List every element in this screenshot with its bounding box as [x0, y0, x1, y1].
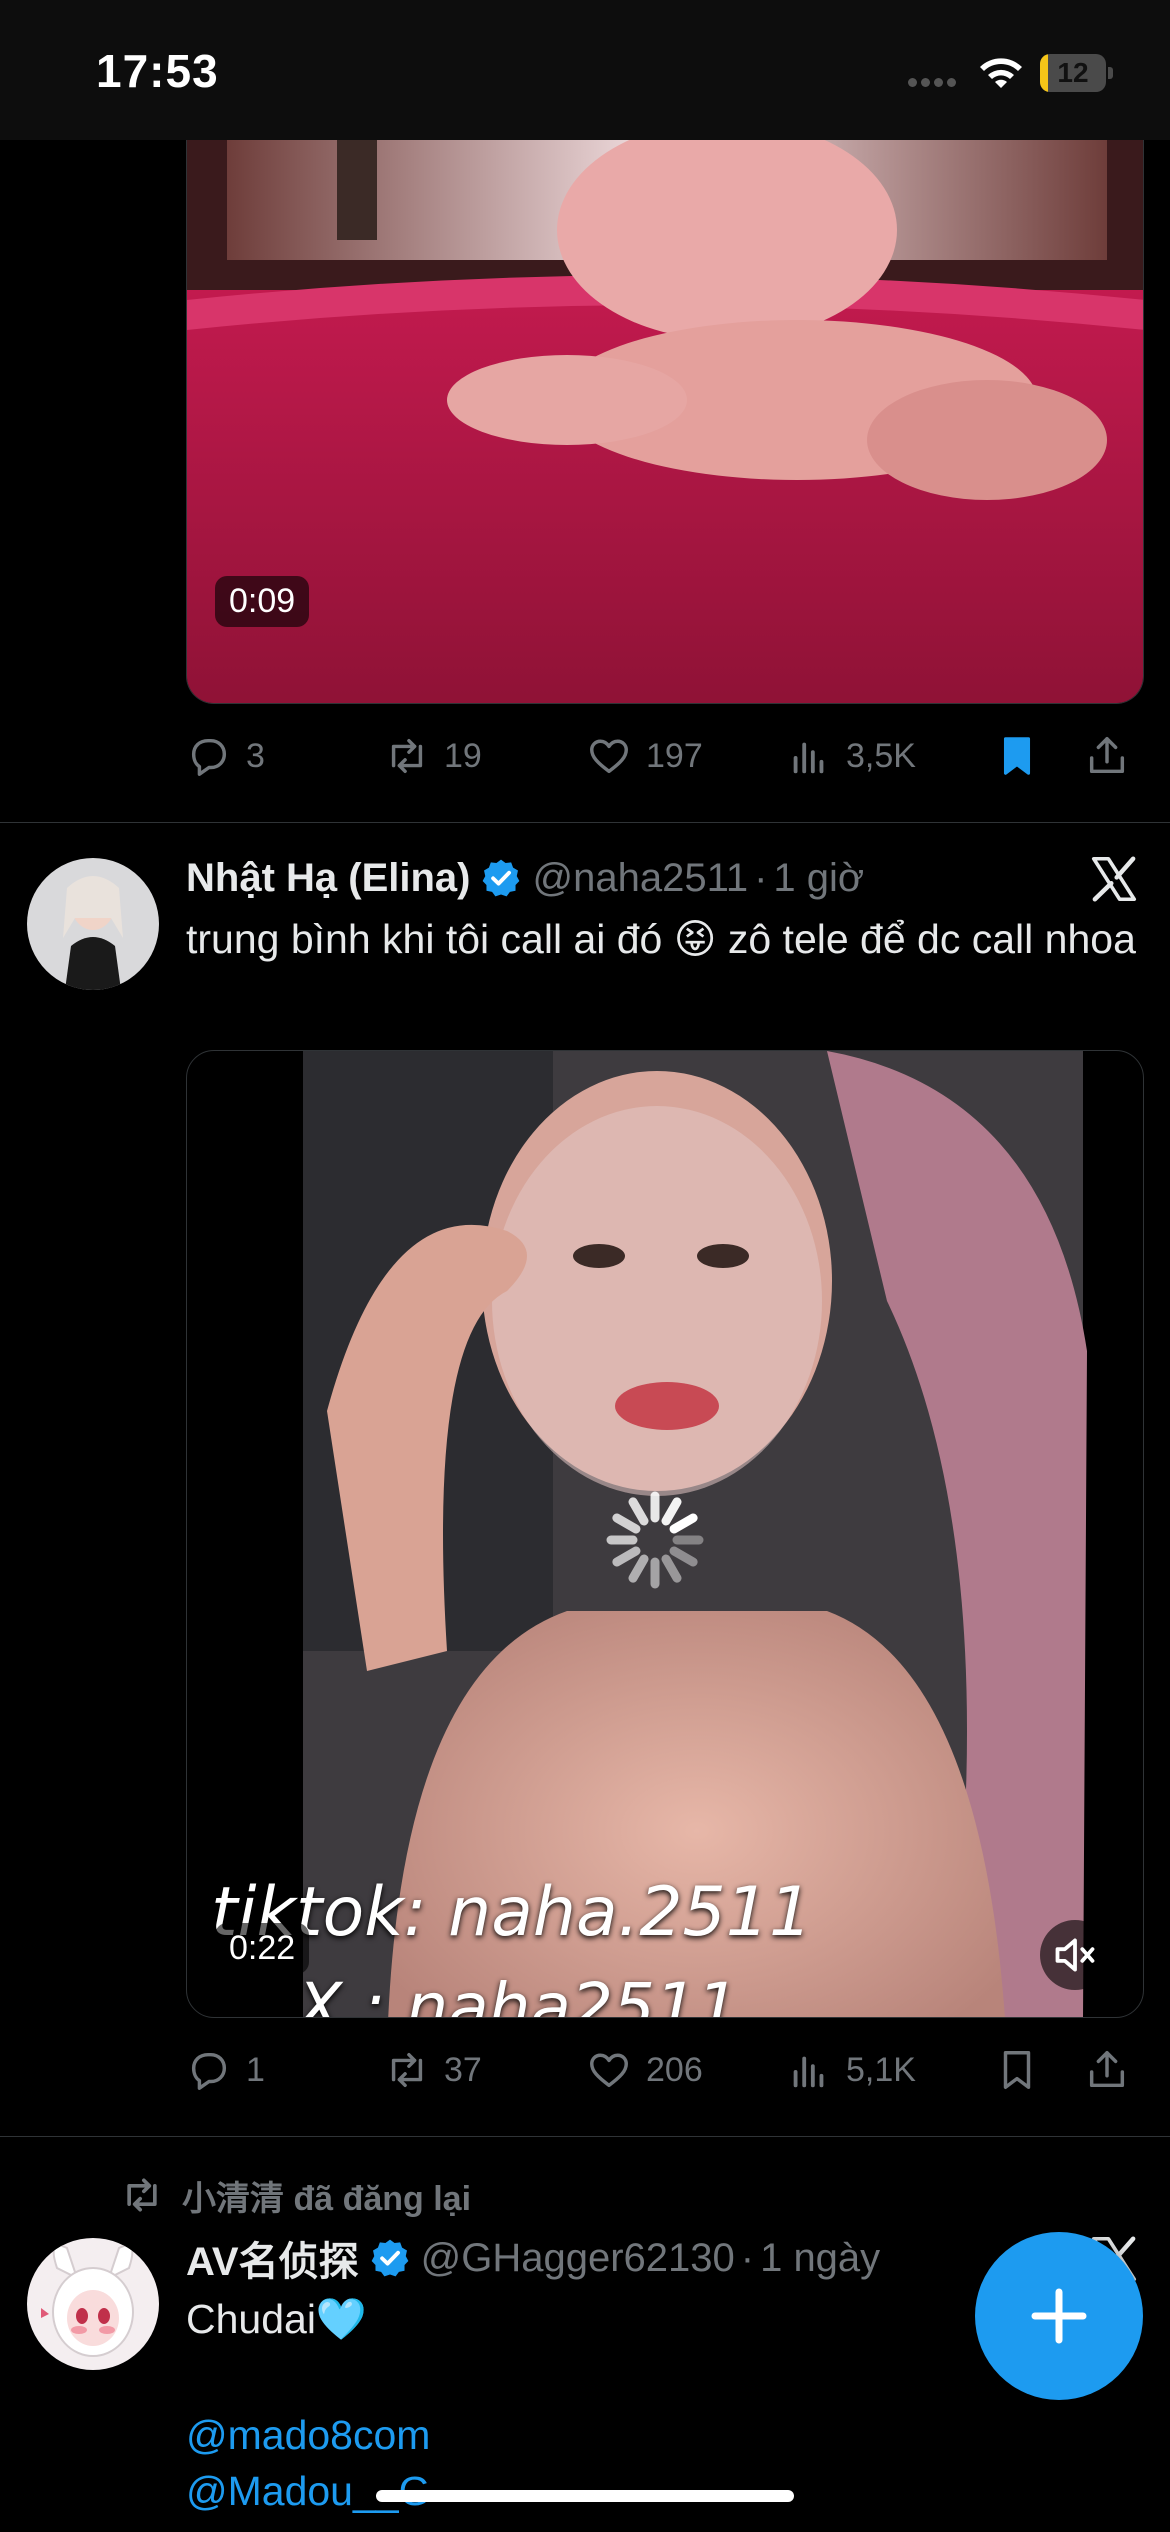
- repost-icon: [391, 738, 423, 774]
- share-button[interactable]: [1084, 726, 1144, 786]
- repost-button[interactable]: 19: [384, 726, 482, 786]
- avatar[interactable]: [27, 858, 159, 990]
- video-duration: 0:09: [215, 576, 310, 627]
- speaker-muted-icon: [1055, 1938, 1095, 1972]
- separator-dot: ·: [740, 2235, 755, 2280]
- reply-button[interactable]: 1: [186, 2040, 265, 2100]
- repost-label: 小清清 đã đăng lại: [182, 2179, 472, 2218]
- views-icon: [793, 2056, 824, 2088]
- post-header: Nhật Hạ (Elina) @naha2511 · 1 giờ: [186, 848, 864, 908]
- post-divider: [0, 2136, 1170, 2137]
- post-actions: 3 19 197 3,5K: [186, 726, 1130, 786]
- repost-count: 19: [444, 736, 482, 775]
- post-video[interactable]: 0:09: [186, 100, 1144, 704]
- like-button[interactable]: 197: [586, 726, 703, 786]
- verified-badge-icon: [371, 2239, 408, 2277]
- bookmark-icon: [1003, 2051, 1031, 2089]
- author-handle[interactable]: @naha2511: [532, 856, 748, 901]
- like-count: 206: [646, 2050, 703, 2089]
- post-divider: [0, 822, 1170, 823]
- views-icon: [793, 742, 824, 774]
- views-button[interactable]: 5,1K: [786, 2040, 916, 2100]
- reply-count: 1: [246, 2050, 265, 2089]
- video-duration: 0:22: [215, 1923, 310, 1974]
- like-count: 197: [646, 736, 703, 775]
- post-text: trung bình khi tôi call ai đó 😝 zô tele …: [186, 916, 1136, 962]
- post-actions: 1 37 206 5,1K: [186, 2040, 1130, 2100]
- battery-level: 12: [1057, 57, 1089, 88]
- repost-icon: [127, 2178, 157, 2212]
- avatar[interactable]: [27, 2238, 159, 2370]
- loading-spinner-icon: [606, 1491, 704, 1589]
- plus-icon: [1031, 2288, 1087, 2344]
- share-icon: [1089, 737, 1125, 774]
- video-frame: [187, 100, 1143, 703]
- repost-indicator[interactable]: 小清清 đã đăng lại: [120, 2170, 471, 2220]
- battery-indicator: 12: [1040, 54, 1114, 92]
- repost-icon: [391, 2052, 423, 2088]
- heart-icon: [590, 2053, 628, 2088]
- status-bar: 17:53 12: [0, 0, 1170, 140]
- reply-icon: [191, 2052, 227, 2090]
- video-overlay-text: X : naha2511: [297, 1969, 739, 2018]
- views-button[interactable]: 3,5K: [786, 726, 916, 786]
- post-text: Chudai🩵: [186, 2296, 367, 2342]
- bookmark-icon: [1003, 737, 1031, 775]
- post-time: 1 ngày: [760, 2235, 881, 2280]
- x-logo-icon[interactable]: [1087, 852, 1141, 906]
- home-indicator[interactable]: [376, 2490, 794, 2502]
- separator-dot: ·: [754, 855, 768, 900]
- bookmark-button[interactable]: [994, 726, 1054, 786]
- reply-icon: [191, 738, 227, 776]
- reply-count: 3: [246, 736, 265, 775]
- views-count: 5,1K: [846, 2050, 916, 2089]
- reply-button[interactable]: 3: [186, 726, 265, 786]
- mute-button[interactable]: [1040, 1920, 1110, 1990]
- compose-button[interactable]: [975, 2232, 1143, 2400]
- cellular-signal-icon: [908, 74, 960, 87]
- wifi-icon: [980, 58, 1022, 88]
- repost-count: 37: [444, 2050, 482, 2089]
- verified-badge-icon: [483, 859, 520, 897]
- views-count: 3,5K: [846, 736, 916, 775]
- heart-icon: [590, 739, 628, 774]
- like-button[interactable]: 206: [586, 2040, 703, 2100]
- author-name[interactable]: Nhật Hạ (Elina): [186, 856, 470, 901]
- post-time: 1 giờ: [773, 855, 865, 900]
- author-name[interactable]: AV名侦探: [186, 2229, 359, 2287]
- mention-link[interactable]: @mado8com: [186, 2406, 430, 2464]
- repost-button[interactable]: 37: [384, 2040, 482, 2100]
- post-header: AV名侦探 @GHagger62130 · 1 ngày: [186, 2228, 880, 2288]
- author-handle[interactable]: @GHagger62130: [421, 2236, 735, 2281]
- share-icon: [1089, 2051, 1125, 2088]
- share-button[interactable]: [1084, 2040, 1144, 2100]
- status-time: 17:53: [96, 45, 219, 97]
- bookmark-button[interactable]: [994, 2040, 1054, 2100]
